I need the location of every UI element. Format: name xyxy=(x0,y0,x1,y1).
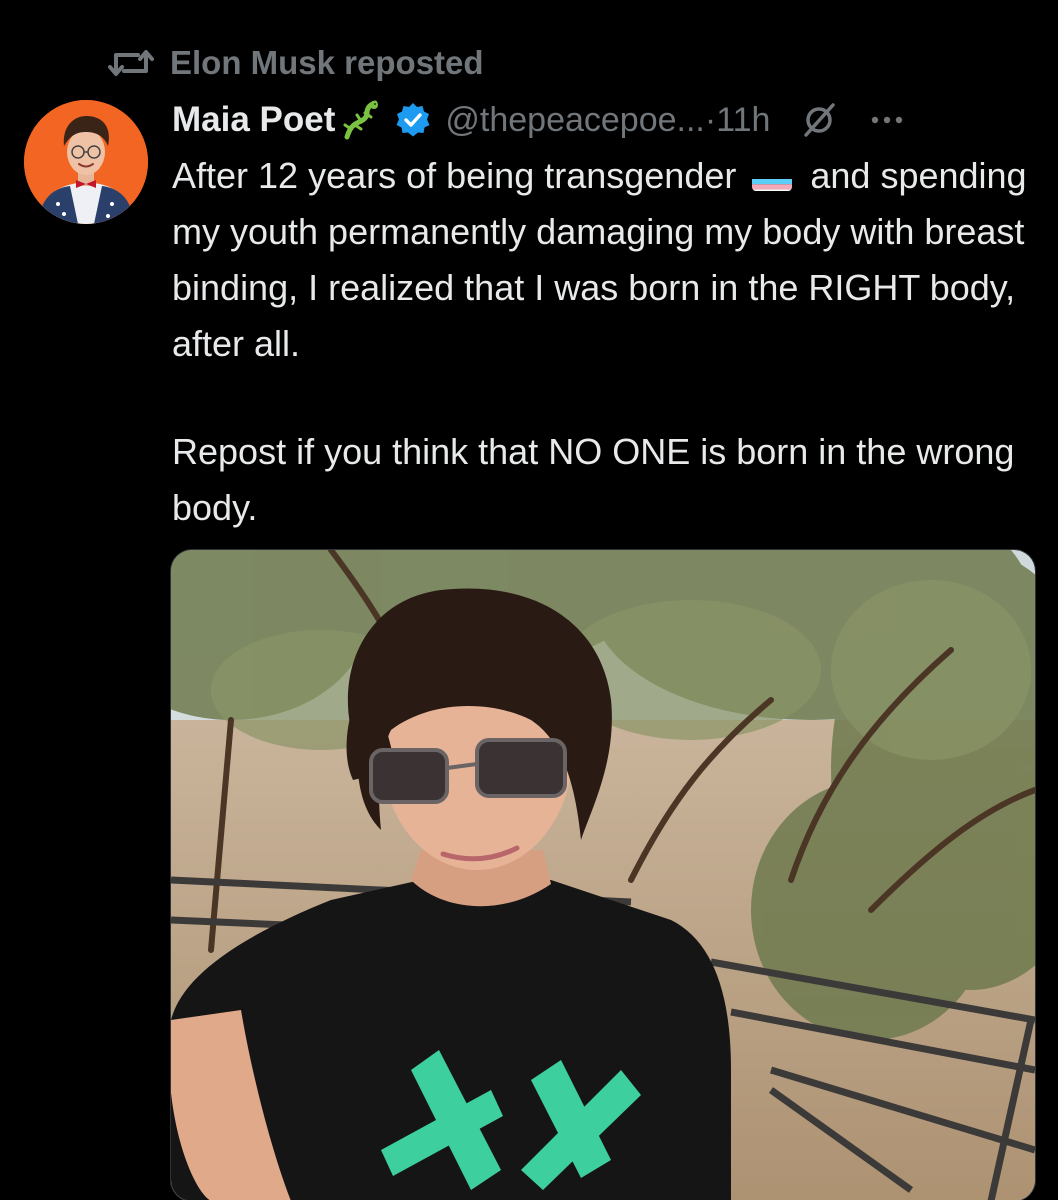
post-content: Maia Poet @thepeacepoe... · 11h After 12… xyxy=(172,94,1042,536)
post-paragraph: After 12 years of being transgender and … xyxy=(172,148,1042,372)
lizard-icon xyxy=(343,100,379,140)
social-context[interactable]: Elon Musk reposted xyxy=(108,40,484,86)
more-options-icon[interactable] xyxy=(870,115,904,125)
verified-badge-icon[interactable] xyxy=(395,102,431,138)
repost-icon xyxy=(108,50,154,76)
author-handle[interactable]: @thepeacepoe... xyxy=(445,101,704,140)
social-context-text: Elon Musk reposted xyxy=(170,44,484,81)
post-photo[interactable] xyxy=(170,549,1036,1200)
grok-icon[interactable] xyxy=(800,101,838,139)
post-text: After 12 years of being transgender and … xyxy=(172,148,1042,536)
display-name[interactable]: Maia Poet xyxy=(172,100,335,140)
post[interactable]: Elon Musk reposted Maia Poet @thepeacepo… xyxy=(0,0,1058,1200)
post-timestamp[interactable]: 11h xyxy=(716,101,770,140)
avatar-image xyxy=(24,100,148,224)
selfie-photo xyxy=(171,550,1035,1200)
transgender-flag-icon xyxy=(752,165,793,191)
post-paragraph: Repost if you think that NO ONE is born … xyxy=(172,431,1015,528)
time-separator: · xyxy=(704,100,717,139)
post-text-part: After 12 years of being transgender xyxy=(172,155,737,196)
avatar[interactable] xyxy=(24,100,148,224)
post-header: Maia Poet @thepeacepoe... · 11h xyxy=(172,94,1042,146)
